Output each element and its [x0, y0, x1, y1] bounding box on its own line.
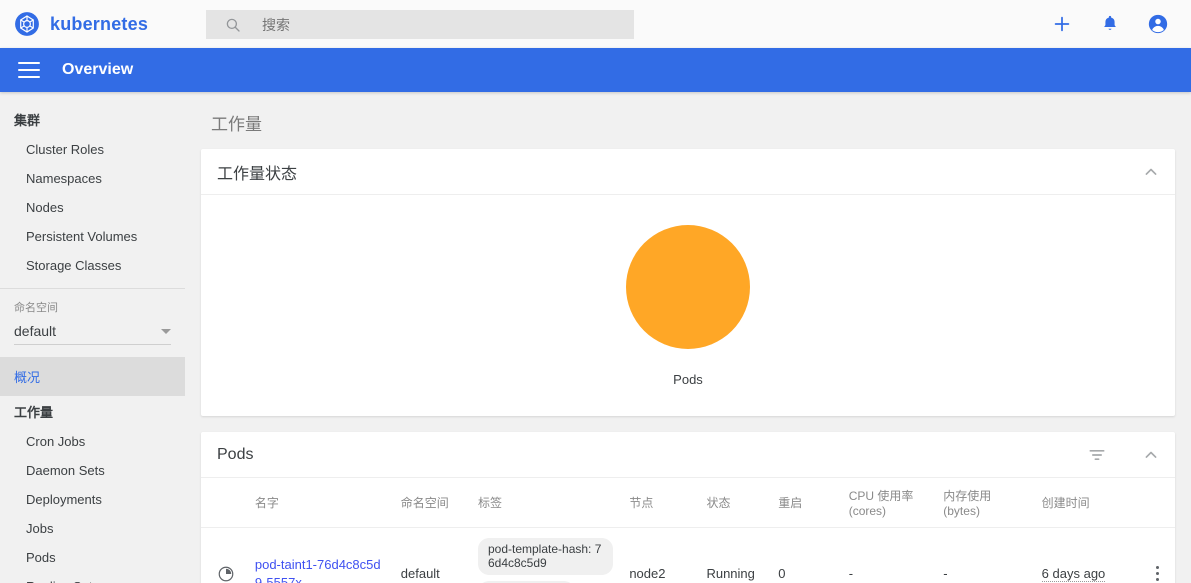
filter-list-icon[interactable] [1087, 445, 1107, 465]
row-memory-cell: - [935, 527, 1034, 583]
page-toolbar: Overview [0, 48, 1191, 92]
chevron-up-icon[interactable] [1141, 162, 1161, 182]
workload-status-card: 工作量状态 Pods [201, 149, 1175, 416]
main-content: 工作量 工作量状态 Pods Pods 名字 命名空间 标签 节点 状态 重启 … [185, 92, 1191, 583]
row-cpu-cell: - [840, 527, 936, 583]
page-title: Overview [62, 61, 134, 78]
sidebar-item-storage-classes[interactable]: Storage Classes [0, 251, 185, 280]
row-node-cell: node2 [621, 527, 699, 583]
workload-status-chart: Pods [201, 195, 1175, 416]
row-status-cell: Running [698, 527, 771, 583]
pods-card-title: Pods [217, 445, 254, 463]
brand-name: kubernetes [50, 13, 149, 34]
kubernetes-wheel-icon [15, 12, 39, 36]
more-vert-icon[interactable] [1148, 566, 1168, 582]
col-status-icon [201, 478, 247, 528]
pods-table: 名字 命名空间 标签 节点 状态 重启 CPU 使用率 (cores) 内存使用… [201, 478, 1175, 583]
col-cpu-usage-line2: (cores) [848, 504, 887, 518]
row-status-icon-cell [201, 527, 247, 583]
search-icon [226, 18, 240, 32]
pods-pie-chart-label: Pods [673, 371, 703, 387]
sidebar-group-cluster-title: 集群 [14, 113, 41, 128]
pod-name-link[interactable]: pod-taint1-76d4c8c5d9-5557x [255, 557, 381, 583]
namespace-selector-block: 命名空间 default [0, 289, 185, 345]
row-restarts-cell: 0 [770, 527, 841, 583]
sidebar-group-workload-title: 工作量 [14, 405, 54, 420]
chevron-up-icon[interactable] [1141, 445, 1161, 465]
sidebar-item-overview[interactable]: 概况 [0, 357, 185, 396]
sidebar-nav: 集群 Cluster Roles Namespaces Nodes Persis… [0, 92, 185, 583]
pod-running-clock-icon [218, 566, 234, 581]
sidebar-item-deployments[interactable]: Deployments [0, 485, 185, 514]
col-status[interactable]: 状态 [698, 478, 771, 528]
created-time: 6 days ago [1041, 566, 1106, 583]
sidebar-item-nodes[interactable]: Nodes [0, 193, 185, 222]
bell-icon[interactable] [1099, 13, 1121, 35]
section-title: 工作量 [211, 115, 262, 134]
row-namespace-cell: default [392, 527, 470, 583]
search-input[interactable] [260, 15, 600, 34]
sidebar-item-pods[interactable]: Pods [0, 543, 185, 572]
namespace-select[interactable]: default [14, 323, 171, 345]
col-name[interactable]: 名字 [246, 478, 393, 528]
workload-status-title: 工作量状态 [217, 165, 298, 183]
row-actions-cell [1139, 527, 1175, 583]
brand[interactable]: kubernetes [0, 11, 200, 37]
sidebar-item-cluster-roles[interactable]: Cluster Roles [0, 135, 185, 164]
table-row[interactable]: pod-taint1-76d4c8c5d9-5557x default pod-… [201, 527, 1175, 583]
pods-card: Pods 名字 命名空间 标签 节点 状态 重启 CPU 使用率 (cores)… [201, 432, 1175, 583]
col-labels[interactable]: 标签 [469, 478, 622, 528]
sidebar-item-persistent-volumes[interactable]: Persistent Volumes [0, 222, 185, 251]
table-header-row: 名字 命名空间 标签 节点 状态 重启 CPU 使用率 (cores) 内存使用… [201, 478, 1175, 528]
account-circle-icon[interactable] [1147, 13, 1169, 35]
col-node[interactable]: 节点 [621, 478, 699, 528]
search-bar[interactable] [206, 10, 634, 39]
namespace-label: 命名空间 [14, 302, 58, 314]
row-name-cell: pod-taint1-76d4c8c5d9-5557x [246, 527, 393, 583]
plus-icon[interactable] [1051, 13, 1073, 35]
sidebar-item-jobs[interactable]: Jobs [0, 514, 185, 543]
app-body: 集群 Cluster Roles Namespaces Nodes Persis… [0, 92, 1191, 583]
sidebar-item-cron-jobs[interactable]: Cron Jobs [0, 427, 185, 456]
sidebar-item-namespaces[interactable]: Namespaces [0, 164, 185, 193]
workload-status-card-header: 工作量状态 [201, 149, 1175, 195]
col-restarts[interactable]: 重启 [770, 478, 841, 528]
chevron-down-icon [161, 328, 171, 334]
label-chip[interactable]: pod-template-hash: 76d4c8c5d9 [477, 538, 614, 575]
col-memory-usage[interactable]: 内存使用 (bytes) [935, 478, 1034, 528]
top-app-bar: kubernetes [0, 0, 1191, 48]
hamburger-menu-icon[interactable] [18, 62, 40, 78]
row-created-cell: 6 days ago [1033, 527, 1140, 583]
sidebar-item-daemon-sets[interactable]: Daemon Sets [0, 456, 185, 485]
row-labels-cell: pod-template-hash: 76d4c8c5d9 run: pod-t… [469, 527, 622, 583]
col-actions [1139, 478, 1175, 528]
pods-pie-chart[interactable] [626, 224, 750, 349]
col-cpu-usage[interactable]: CPU 使用率 (cores) [840, 478, 936, 528]
pods-table-body: pod-taint1-76d4c8c5d9-5557x default pod-… [201, 527, 1175, 583]
col-namespace[interactable]: 命名空间 [392, 478, 470, 528]
col-created[interactable]: 创建时间 [1033, 478, 1140, 528]
top-bar-actions [1051, 0, 1181, 48]
workload-status-card-actions [1141, 162, 1161, 182]
pods-table-head: 名字 命名空间 标签 节点 状态 重启 CPU 使用率 (cores) 内存使用… [201, 478, 1175, 528]
col-cpu-usage-line1: CPU 使用率 [848, 489, 914, 503]
sidebar-item-replica-sets[interactable]: Replica Sets [0, 572, 185, 583]
namespace-value: default [14, 323, 57, 339]
pods-card-header: Pods [201, 432, 1175, 478]
pods-card-actions [1087, 445, 1161, 465]
